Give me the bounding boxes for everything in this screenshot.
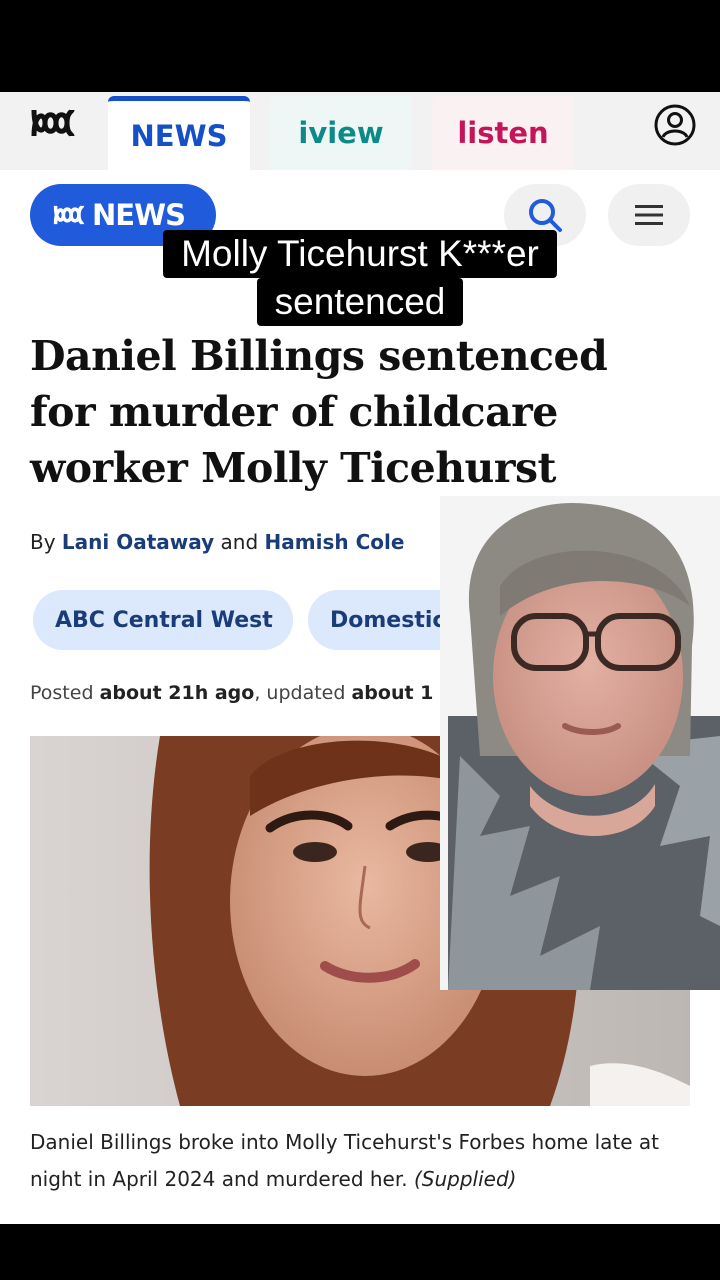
- video-caption-overlay: Molly Ticehurst K***er sentenced: [0, 230, 720, 326]
- status-bar-area: [0, 0, 720, 92]
- byline-and: and: [220, 530, 259, 554]
- post-timestamp: Posted about 21h ago, updated about 1: [30, 682, 433, 704]
- tab-listen[interactable]: listen: [432, 96, 574, 170]
- posted-label: Posted: [30, 682, 94, 704]
- hamburger-menu-icon: [635, 205, 663, 225]
- caption-line-1: Molly Ticehurst K***er: [163, 230, 557, 278]
- photo-credit: (Supplied): [413, 1167, 517, 1191]
- photo-caption: Daniel Billings broke into Molly Ticehur…: [30, 1124, 700, 1198]
- author-link[interactable]: Lani Oataway: [62, 530, 214, 554]
- abc-logo-icon: [53, 205, 85, 225]
- article-headline: Daniel Billings sentenced for murder of …: [30, 332, 608, 492]
- tab-iview[interactable]: iview: [270, 96, 412, 170]
- search-icon: [529, 199, 562, 232]
- bottom-bar-area: [0, 1224, 720, 1280]
- photo-caption-text: Daniel Billings broke into Molly Ticehur…: [30, 1130, 659, 1191]
- updated-value: about 1: [351, 682, 434, 704]
- abc-logo-icon[interactable]: [30, 106, 76, 140]
- author-link[interactable]: Hamish Cole: [265, 530, 405, 554]
- byline: By Lani Oataway and Hamish Cole: [30, 530, 404, 554]
- caption-line-2: sentenced: [256, 278, 464, 326]
- web-page: NEWS iview listen NEWS Daniel Billings s…: [0, 92, 720, 1224]
- brand-label: NEWS: [92, 198, 186, 232]
- top-navigation: NEWS iview listen: [0, 92, 720, 170]
- topic-tag[interactable]: ABC Central West: [33, 590, 293, 650]
- byline-prefix: By: [30, 530, 56, 554]
- tab-news[interactable]: NEWS: [108, 96, 250, 170]
- posted-value: about 21h ago: [99, 682, 255, 704]
- presenter-video-overlay: [440, 496, 720, 990]
- account-icon[interactable]: [654, 104, 696, 146]
- updated-label: , updated: [254, 682, 346, 704]
